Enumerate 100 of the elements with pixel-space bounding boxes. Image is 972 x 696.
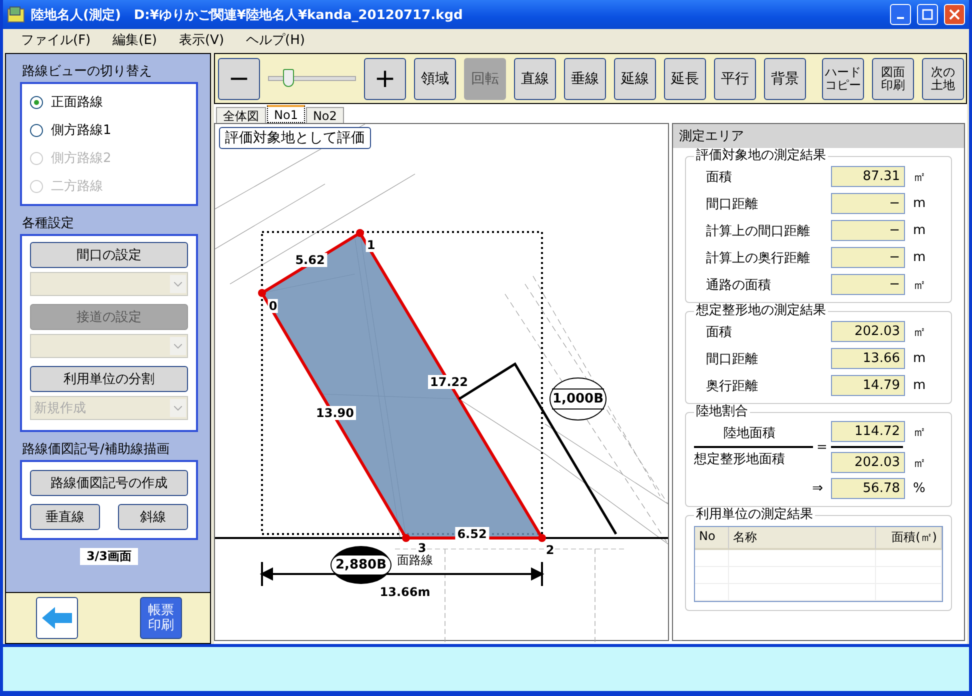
panel-header: 測定エリア	[673, 124, 964, 148]
chevron-down-icon	[174, 282, 182, 286]
left-arrow-icon	[40, 605, 74, 631]
field-label: 間口距離	[705, 350, 759, 368]
tool-button[interactable]: 領域	[414, 58, 456, 100]
slider-thumb[interactable]	[282, 69, 294, 87]
unit-label: ㎡	[912, 324, 927, 340]
app-icon	[7, 6, 25, 24]
road-label: 面路線	[397, 553, 433, 567]
equals-sign: =	[816, 440, 828, 454]
vertex-dot[interactable]	[258, 289, 266, 297]
edge-length-label: 5.62	[293, 253, 327, 267]
print-report-button[interactable]: 帳票 印刷	[140, 597, 182, 639]
group-title: 想定整形地の測定結果	[694, 303, 828, 319]
tool-button[interactable]: 延長	[664, 58, 706, 100]
evaluate-button[interactable]: 評価対象地として評価	[219, 127, 371, 149]
column-header: No	[695, 527, 729, 550]
create-symbol-button[interactable]: 路線価図記号の作成	[30, 470, 188, 496]
field-label: 面積	[705, 324, 733, 340]
unit-label: ㎡	[912, 276, 927, 294]
vertex-dot[interactable]	[402, 534, 410, 542]
field-label: 面積	[705, 168, 733, 186]
edge-length-label: 13.90	[314, 406, 356, 420]
value-field: 202.03	[831, 321, 905, 342]
unit-label: m	[912, 378, 927, 393]
line-button[interactable]: 斜線	[118, 504, 188, 530]
close-icon	[949, 9, 960, 20]
value-field: 202.03	[831, 452, 905, 473]
group-title: 利用単位の測定結果	[694, 507, 815, 523]
radio-button[interactable]	[30, 96, 43, 108]
radio-label[interactable]: 正面路線	[51, 93, 103, 111]
denominator-label: 想定整形地面積	[694, 451, 786, 469]
unit-label: m	[912, 250, 927, 265]
window-title: 陸地名人(測定) D:¥ゆりかご関連¥陸地名人¥kanda_20120717.kgd	[31, 6, 464, 24]
unit-label: ㎡	[912, 454, 927, 472]
back-button[interactable]	[36, 597, 78, 639]
tool-button[interactable]: 背景	[764, 58, 806, 100]
page-indicator: 3/3画面	[80, 548, 138, 565]
tool-button[interactable]: 垂線	[564, 58, 606, 100]
unit-label: m	[912, 351, 927, 366]
menu-item[interactable]: ファイル(F)	[13, 31, 105, 49]
chevron-down-icon	[174, 344, 182, 348]
vertex-label: 2	[544, 543, 556, 557]
action-button[interactable]: 次の 土地	[922, 58, 964, 100]
arrow-sign: ⇒	[811, 481, 824, 496]
value-field: −	[831, 274, 905, 295]
numerator-label: 陸地面積	[722, 425, 776, 443]
menu-item[interactable]: 編集(E)	[104, 31, 171, 49]
dimension-label: 13.66m	[378, 585, 432, 599]
minimize-button[interactable]	[890, 4, 911, 25]
menu-item[interactable]: 表示(V)	[170, 31, 238, 49]
value-field: −	[831, 193, 905, 214]
section-title: 各種設定	[22, 215, 75, 232]
column-header: 名称	[729, 527, 876, 550]
field-label: 奥行距離	[705, 378, 759, 394]
radio-button[interactable]	[30, 124, 43, 136]
zoom-in-button[interactable]: +	[364, 58, 406, 100]
vertex-dot[interactable]	[356, 229, 364, 237]
zoom-out-button[interactable]: −	[218, 58, 260, 100]
section-title: 路線ビューの切り替え	[22, 63, 153, 80]
edge-length-label: 6.52	[455, 527, 489, 541]
edge-length-label: 17.22	[428, 375, 470, 389]
vertex-label: 1	[366, 238, 376, 252]
value-field: −	[831, 247, 905, 268]
minimize-icon	[897, 17, 904, 19]
unit-label: m	[912, 223, 927, 238]
tab[interactable]: No1	[267, 105, 305, 123]
tool-button[interactable]: 平行	[714, 58, 756, 100]
maximize-button[interactable]	[917, 4, 938, 25]
route-price-label: 2,880B	[335, 558, 387, 572]
value-field: −	[831, 220, 905, 241]
group-title: 評価対象地の測定結果	[694, 148, 828, 164]
tab[interactable]: No2	[306, 107, 344, 123]
section-title: 路線価図記号/補助線描画	[22, 441, 170, 458]
vertex-label: 0	[268, 299, 278, 313]
unit-label: m	[912, 196, 927, 211]
unit-label: ㎡	[912, 168, 927, 186]
value-field: 114.72	[831, 421, 905, 442]
vertex-dot[interactable]	[538, 534, 546, 542]
action-button[interactable]: 図面 印刷	[872, 58, 914, 100]
value-field: 87.31	[831, 166, 905, 187]
group-title: 陸地割合	[694, 404, 750, 420]
tool-button[interactable]: 直線	[514, 58, 556, 100]
route-price-label: 1,000B	[552, 392, 604, 406]
menu-item[interactable]: ヘルプ(H)	[238, 31, 319, 49]
value-field: 13.66	[831, 348, 905, 369]
line-button[interactable]: 垂直線	[30, 504, 100, 530]
field-label: 通路の面積	[705, 276, 772, 294]
value-field: 14.79	[831, 375, 905, 396]
tab[interactable]: 全体図	[216, 107, 266, 123]
tool-button[interactable]: 延線	[614, 58, 656, 100]
setting-button[interactable]: 間口の設定	[30, 242, 188, 268]
unit-label: ㎡	[912, 424, 927, 440]
unit-label: %	[912, 481, 926, 496]
action-button[interactable]: ハード コピー	[822, 58, 864, 100]
route-price-oval	[330, 546, 392, 584]
close-button[interactable]	[944, 4, 965, 25]
setting-button[interactable]: 利用単位の分割	[30, 366, 188, 392]
radio-label[interactable]: 側方路線1	[51, 121, 112, 139]
field-label: 計算上の間口距離	[705, 222, 811, 240]
